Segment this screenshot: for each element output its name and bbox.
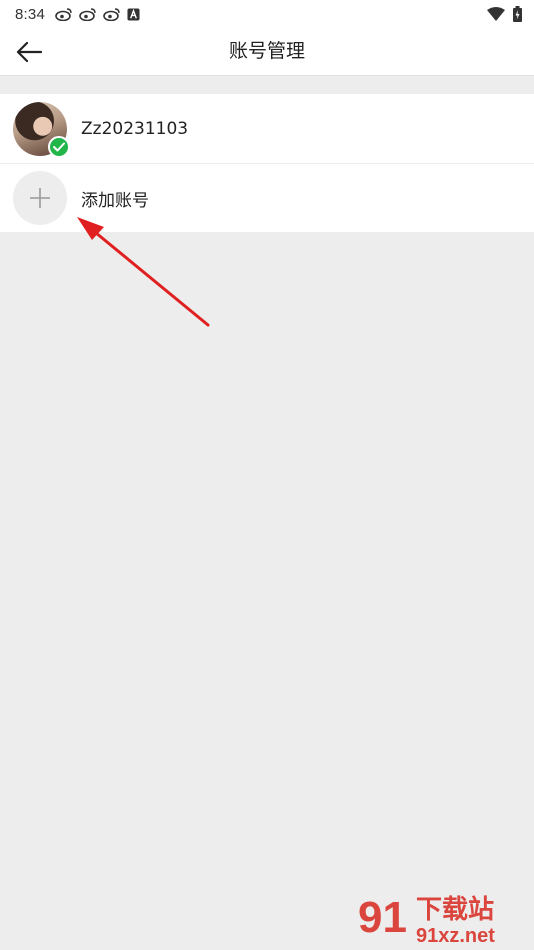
watermark-logo: 91 下载站 91xz.net <box>358 893 495 947</box>
status-time: 8:34 <box>15 5 45 23</box>
status-right-icons <box>487 6 522 22</box>
screen: 8:34 账号管理 Zz20231103 添加账号 91 下载站 91xz.ne… <box>0 0 534 950</box>
battery-icon <box>513 6 522 22</box>
account-item[interactable]: Zz20231103 <box>0 94 534 163</box>
back-button[interactable] <box>10 34 48 70</box>
svg-text:91: 91 <box>358 893 407 942</box>
weibo-icon <box>55 8 72 21</box>
add-account-item[interactable]: 添加账号 <box>0 163 534 232</box>
avatar <box>13 101 70 158</box>
add-account-label: 添加账号 <box>81 190 149 211</box>
check-badge <box>48 135 70 158</box>
app-header: 账号管理 <box>0 28 534 76</box>
check-icon <box>53 142 65 151</box>
svg-text:下载站: 下载站 <box>416 895 494 925</box>
a-icon <box>127 7 140 21</box>
arrow-left-icon <box>16 41 42 63</box>
svg-text:91xz.net: 91xz.net <box>416 925 495 947</box>
plus-icon <box>30 188 50 208</box>
wifi-icon <box>487 7 505 21</box>
weibo-icon <box>103 8 120 21</box>
add-account-button[interactable] <box>13 171 67 225</box>
status-bar: 8:34 <box>0 0 534 28</box>
account-name: Zz20231103 <box>81 118 189 139</box>
page-title: 账号管理 <box>228 40 305 62</box>
account-list: Zz20231103 添加账号 <box>0 94 534 232</box>
weibo-icon <box>79 8 96 21</box>
